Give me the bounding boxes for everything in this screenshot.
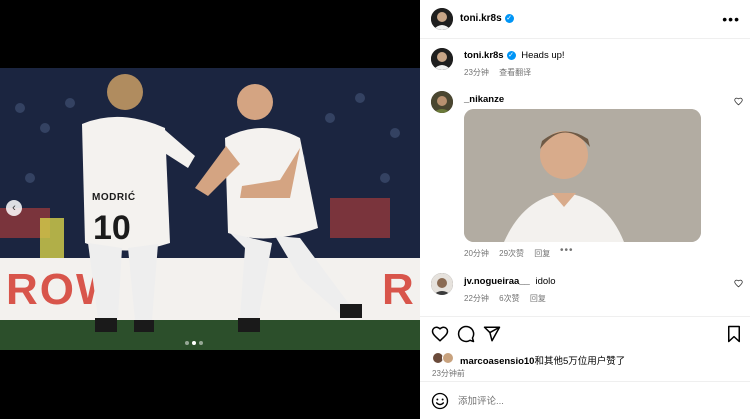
like-comment-heart-icon[interactable]: [734, 279, 743, 288]
comment-likes[interactable]: 29次赞: [499, 249, 524, 258]
comment-likes[interactable]: 6次赞: [499, 294, 519, 303]
caption: toni.kr8s ✓ Heads up!: [464, 50, 565, 61]
previous-slide-button[interactable]: ‹: [6, 200, 22, 216]
likes-summary: marcoasensio10和其他5万位用户赞了: [460, 353, 625, 367]
comment-2-meta: 22分钟 6次赞 回复: [464, 293, 554, 304]
caption-avatar[interactable]: [431, 48, 453, 70]
reply-link[interactable]: 回复: [534, 249, 550, 258]
emoji-icon[interactable]: [431, 392, 449, 410]
avatar-icon: [431, 91, 453, 113]
gif-image: [464, 109, 701, 242]
avatar-icon: [431, 48, 453, 70]
comment-2: jv.nogueiraa__ idolo: [464, 276, 556, 287]
comment-avatar[interactable]: [431, 91, 453, 113]
post-header: toni.kr8s ✓ •••: [420, 0, 750, 39]
share-icon[interactable]: [483, 325, 501, 343]
add-comment-input[interactable]: [458, 393, 738, 409]
jersey-name: MODRIĆ: [92, 192, 136, 203]
author-username-text[interactable]: toni.kr8s: [460, 13, 502, 24]
carousel-dot: [185, 341, 189, 345]
liker-avatar: [442, 352, 454, 364]
caption-meta: 23分钟 查看翻译: [464, 67, 539, 78]
players-illustration: [82, 74, 362, 332]
author-avatar[interactable]: [431, 8, 453, 30]
add-comment-row: [420, 381, 750, 419]
reply-link[interactable]: 回复: [530, 294, 546, 303]
carousel-dot: [199, 341, 203, 345]
comment-avatar[interactable]: [431, 273, 453, 295]
bookmark-icon[interactable]: [725, 325, 743, 343]
comment-text: idolo: [535, 276, 556, 287]
comment-time: 22分钟: [464, 294, 489, 303]
author-username-header[interactable]: toni.kr8s ✓: [460, 13, 514, 24]
likes-rest[interactable]: 和其他5万位用户赞了: [534, 356, 625, 367]
comment-1-meta: 20分钟 29次赞 回复: [464, 248, 558, 259]
carousel-dots: [185, 341, 203, 345]
like-heart-icon[interactable]: [431, 325, 449, 343]
comments-list: toni.kr8s✓ Heads up! 23分钟 查看翻译 _nikanze: [420, 40, 750, 316]
post-photo: ROW R MODRIĆ 10: [0, 68, 420, 350]
caption-author[interactable]: toni.kr8s: [464, 50, 504, 61]
jersey-number: 10: [93, 209, 131, 247]
post-actions: marcoasensio10和其他5万位用户赞了 23分钟前: [420, 316, 750, 419]
comment-author[interactable]: jv.nogueiraa__: [464, 276, 530, 287]
verified-icon: ✓: [504, 14, 514, 23]
comment-1: _nikanze: [464, 94, 504, 105]
comment-more-icon[interactable]: •••: [560, 245, 574, 256]
comment-time: 20分钟: [464, 249, 489, 258]
comment-author[interactable]: _nikanze: [464, 94, 504, 105]
post-panel: toni.kr8s ✓ ••• toni.kr8s ✓ Heads up! 23分钟…: [420, 0, 750, 419]
more-options-icon[interactable]: •••: [722, 11, 740, 27]
avatar-icon: [431, 8, 453, 30]
avatar-icon: [431, 273, 453, 295]
post-time: 23分钟前: [432, 369, 465, 378]
post-media: ROW R MODRIĆ 10 ‹: [0, 0, 420, 419]
caption-text: Heads up!: [521, 50, 565, 61]
liker-username[interactable]: marcoasensio10: [460, 356, 534, 367]
see-translation-link[interactable]: 查看翻译: [499, 68, 531, 77]
like-comment-heart-icon[interactable]: [734, 97, 743, 106]
caption-time: 23分钟: [464, 68, 489, 77]
verified-icon: ✓: [506, 51, 516, 60]
comment-gif[interactable]: [464, 109, 701, 242]
comment-icon[interactable]: [457, 325, 475, 343]
carousel-dot-active: [192, 341, 196, 345]
